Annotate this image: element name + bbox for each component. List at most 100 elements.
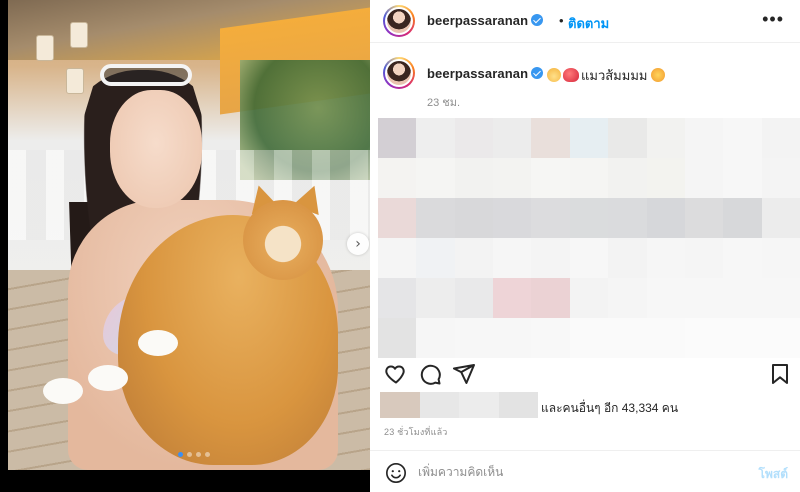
carousel-dot	[205, 452, 210, 457]
carousel-dots	[178, 452, 210, 457]
post-header: beerpassaranan • ติดตาม •••	[370, 0, 800, 43]
emoji-picker-icon[interactable]	[385, 462, 407, 484]
follow-button[interactable]: ติดตาม	[568, 13, 609, 34]
post-viewer: › beerpassaranan • ติดตาม ••• beerpassar…	[0, 0, 800, 492]
blur-block	[723, 118, 762, 158]
photo-cat-paw	[138, 330, 178, 356]
blur-block	[416, 318, 455, 358]
blur-block	[646, 118, 685, 158]
blur-block	[416, 118, 455, 158]
header-separator: •	[559, 13, 564, 28]
blur-block	[569, 238, 609, 278]
posted-time: 23 ชั่วโมงที่แล้ว	[384, 427, 448, 437]
likes-blurred-avatars	[380, 392, 538, 418]
carousel-next-button[interactable]: ›	[347, 233, 369, 255]
blur-block	[416, 158, 455, 198]
blur-block	[454, 318, 494, 358]
blur-block	[493, 278, 532, 318]
caption-timestamp[interactable]: 23 ชม.	[427, 93, 460, 111]
blur-block	[761, 118, 800, 158]
blur-block	[684, 238, 724, 278]
blur-block	[569, 278, 609, 318]
blur-block	[531, 278, 570, 318]
blur-block	[380, 392, 420, 418]
blur-block	[378, 318, 417, 358]
blur-block	[646, 318, 685, 358]
cat-face-emoji-icon	[547, 68, 561, 82]
blur-block	[684, 118, 724, 158]
post-comment-button[interactable]: โพสต์	[759, 465, 788, 484]
photo-face	[110, 90, 202, 208]
caption-text: แมวส้มมมม	[547, 65, 667, 86]
blur-block	[493, 318, 532, 358]
blur-block	[531, 318, 570, 358]
star-eyes-emoji-icon	[651, 68, 666, 82]
comment-bubble-icon[interactable]	[418, 362, 442, 386]
blur-block	[684, 198, 724, 238]
blur-block	[416, 198, 455, 238]
carousel-dot	[178, 452, 183, 457]
blur-block	[608, 198, 647, 238]
blur-block	[684, 278, 724, 318]
comments-blurred	[378, 118, 800, 358]
blur-block	[531, 198, 570, 238]
blur-block	[493, 118, 532, 158]
caption-avatar[interactable]	[383, 57, 415, 89]
blur-block	[646, 238, 685, 278]
blur-block	[569, 198, 609, 238]
avatar-image	[385, 7, 413, 35]
blur-block	[378, 278, 417, 318]
post-detail-panel: beerpassaranan • ติดตาม ••• beerpassaran…	[370, 0, 800, 492]
verified-badge-icon	[531, 14, 544, 26]
caption-username-link[interactable]: beerpassaranan	[427, 66, 544, 81]
blur-block	[723, 238, 762, 278]
photo-lamp	[36, 35, 54, 61]
comment-input[interactable]	[418, 460, 738, 484]
blur-block	[723, 318, 762, 358]
blur-block	[454, 118, 494, 158]
caption-username-text: beerpassaranan	[427, 66, 529, 81]
blur-block	[498, 392, 538, 418]
username-link[interactable]: beerpassaranan	[427, 13, 544, 28]
blur-block	[569, 118, 609, 158]
blur-block	[378, 158, 417, 198]
blur-block	[646, 278, 685, 318]
blur-block	[378, 198, 417, 238]
comment-bar: โพสต์	[370, 450, 800, 492]
carousel-dot	[187, 452, 192, 457]
blur-block	[531, 238, 570, 278]
heart-emoji-icon	[563, 68, 579, 82]
blur-block	[454, 158, 494, 198]
blur-block	[646, 158, 685, 198]
avatar[interactable]	[383, 5, 415, 37]
more-options-icon[interactable]: •••	[762, 9, 784, 30]
blur-block	[684, 158, 724, 198]
blur-block	[608, 318, 647, 358]
blur-block	[378, 118, 417, 158]
blur-block	[608, 158, 647, 198]
share-send-icon[interactable]	[452, 362, 476, 386]
blur-block	[493, 238, 532, 278]
save-bookmark-icon[interactable]	[768, 362, 792, 386]
photo-cat-paw	[43, 378, 83, 404]
blur-block	[723, 158, 762, 198]
blur-block	[493, 158, 532, 198]
likes-count-link[interactable]: และคนอื่นๆ อีก 43,334 คน	[541, 399, 678, 418]
blur-block	[761, 238, 800, 278]
blur-block	[646, 198, 685, 238]
photo-sunglasses	[100, 64, 192, 86]
like-heart-icon[interactable]	[384, 362, 408, 386]
blur-block	[608, 278, 647, 318]
post-photo[interactable]: ›	[8, 0, 370, 470]
blur-block	[723, 198, 762, 238]
blur-block	[723, 278, 762, 318]
photo-subject	[43, 60, 348, 470]
photo-cat-face	[243, 200, 323, 280]
blur-block	[761, 158, 800, 198]
blur-block	[454, 238, 494, 278]
photo-cat-paw	[88, 365, 128, 391]
blur-block	[419, 392, 459, 418]
blur-block	[761, 198, 800, 238]
blur-block	[454, 278, 494, 318]
caption-text-content: แมวส้มมมม	[581, 68, 648, 83]
